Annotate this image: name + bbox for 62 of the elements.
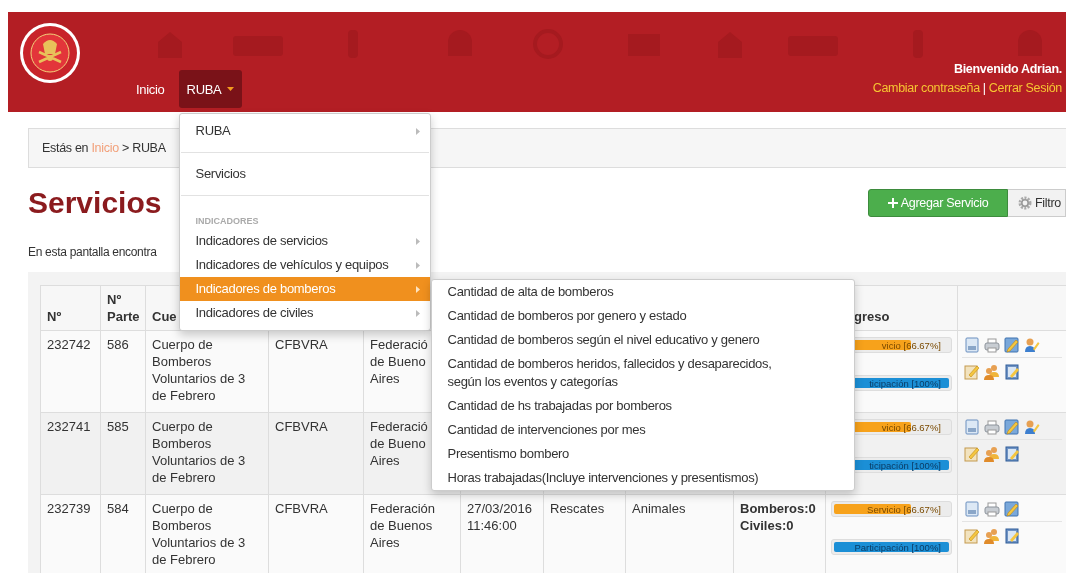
- printer-icon[interactable]: [984, 419, 1000, 435]
- note-edit-icon[interactable]: [964, 446, 980, 462]
- table-cell: 232739: [40, 494, 101, 573]
- menu-item[interactable]: Indicadores de servicios: [179, 229, 430, 253]
- user-edit-icon[interactable]: [1024, 419, 1040, 435]
- plus-icon: [887, 198, 898, 208]
- chevron-icon: [415, 237, 420, 245]
- table-cell: CFBVRA: [268, 330, 364, 413]
- edit-icon[interactable]: [1004, 337, 1020, 353]
- nav-item[interactable]: RUBA: [178, 70, 243, 108]
- chevron-icon: [415, 285, 420, 293]
- welcome-text: Bienvenido Adrian.: [952, 61, 1062, 78]
- printer-icon[interactable]: [984, 501, 1000, 517]
- page-title: Servicios: [28, 186, 162, 220]
- note-edit-icon[interactable]: [964, 364, 980, 380]
- chevron-icon: [415, 309, 420, 317]
- table-cell: 585: [100, 412, 146, 495]
- separator-text: |: [982, 80, 986, 97]
- header-link[interactable]: Cerrar Sesión: [988, 78, 1062, 98]
- column-header: Nº Parte: [100, 285, 146, 331]
- document-icon[interactable]: [964, 337, 980, 353]
- filter-button[interactable]: Filtro: [1008, 189, 1066, 217]
- notebook-edit-icon[interactable]: [1004, 528, 1020, 544]
- progress-label: ticipación [100%]: [869, 458, 942, 472]
- header-link[interactable]: Cambiar contraseña: [872, 78, 980, 98]
- user-edit-icon[interactable]: [1024, 337, 1040, 353]
- printer-icon[interactable]: [984, 337, 1000, 353]
- column-header: Nº: [40, 285, 101, 331]
- edit-icon[interactable]: [1004, 419, 1020, 435]
- table-cell: 232741: [40, 412, 101, 495]
- menu-item[interactable]: Cantidad de bomberos heridos, fallecidos y desaparecidos, según los eventos y categorías: [431, 352, 816, 394]
- gear-icon: [1018, 196, 1032, 210]
- menu-item[interactable]: Servicios: [179, 162, 430, 186]
- document-icon[interactable]: [964, 501, 980, 517]
- progress-label: Participación [100%]: [854, 540, 942, 554]
- document-icon[interactable]: [964, 419, 980, 435]
- table-cell: Cuerpo de Bomberos Voluntarios de 3 de Febrero: [145, 412, 269, 495]
- notebook-edit-icon[interactable]: [1004, 446, 1020, 462]
- table-cell: 586: [100, 330, 146, 413]
- chevron-icon: [415, 261, 420, 269]
- menu-item[interactable]: Cantidad de alta de bomberos: [431, 280, 816, 304]
- menu-item[interactable]: RUBA: [179, 119, 430, 143]
- breadcrumb-text: Estás en Inicio > RUBA: [42, 141, 166, 155]
- nav-item[interactable]: Inicio: [128, 70, 173, 108]
- note-edit-icon[interactable]: [964, 528, 980, 544]
- chevron-icon: [415, 127, 420, 135]
- table-cell: 232742: [40, 330, 101, 413]
- logo-icon: [19, 22, 81, 84]
- users-icon[interactable]: [984, 446, 1000, 462]
- caret-icon: [227, 87, 235, 91]
- description-text: En esta pantalla encontra: [28, 245, 157, 259]
- menu-item[interactable]: Cantidad de bomberos según el nivel educativo y genero: [431, 328, 816, 352]
- menu-item[interactable]: Indicadores de vehículos y equipos: [179, 253, 430, 277]
- notebook-edit-icon[interactable]: [1004, 364, 1020, 380]
- table-cell: Cuerpo de Bomberos Voluntarios de 3 de Febrero: [145, 330, 269, 413]
- users-icon[interactable]: [984, 364, 1000, 380]
- edit-icon[interactable]: [1004, 501, 1020, 517]
- users-icon[interactable]: [984, 528, 1000, 544]
- table-cell: CFBVRA: [268, 412, 364, 495]
- menu-section-header: INDICADORES: [194, 215, 260, 228]
- menu-item[interactable]: Cantidad de bomberos por genero y estado: [431, 304, 816, 328]
- progress-label: ticipación [100%]: [869, 376, 942, 390]
